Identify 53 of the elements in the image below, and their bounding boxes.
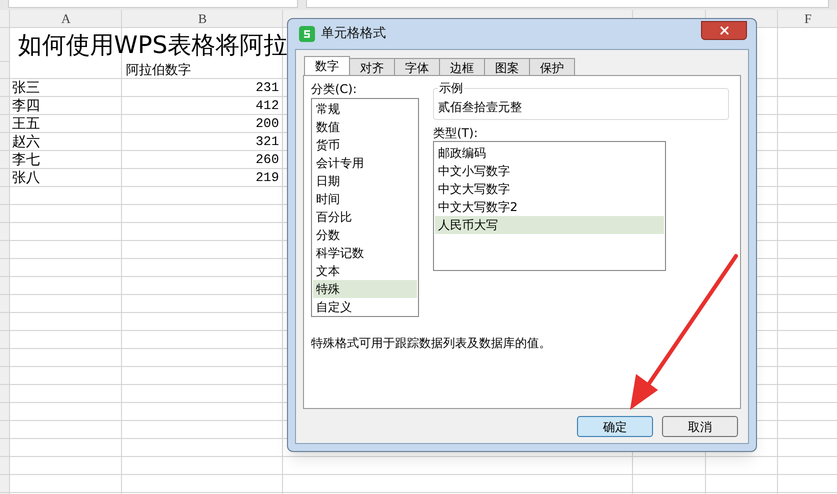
name-box-field[interactable]: [8, 0, 298, 8]
column-header[interactable]: B: [122, 10, 283, 28]
table-cell: 200: [256, 115, 279, 133]
type-item[interactable]: 人民币大写: [435, 216, 664, 234]
category-label: 分类(C):: [311, 81, 358, 97]
category-item[interactable]: 百分比: [313, 208, 417, 226]
close-button[interactable]: [701, 20, 747, 40]
category-item[interactable]: 会计专用: [313, 154, 417, 172]
tab[interactable]: 边框: [439, 58, 485, 75]
type-item[interactable]: 中文大写数字: [435, 180, 664, 198]
dialog-button[interactable]: 确定: [577, 416, 653, 437]
type-item[interactable]: 中文大写数字2: [435, 198, 664, 216]
table-cell: 李七: [12, 151, 40, 169]
table-cell: 李四: [12, 97, 40, 115]
category-item[interactable]: 常规: [313, 100, 417, 118]
table-cell: 赵六: [12, 133, 40, 151]
app-logo-icon: [299, 26, 315, 42]
category-item[interactable]: 分数: [313, 226, 417, 244]
close-icon: [718, 24, 730, 36]
category-item[interactable]: 时间: [313, 190, 417, 208]
category-item[interactable]: 数值: [313, 118, 417, 136]
formula-field[interactable]: [306, 0, 829, 8]
tab[interactable]: 图案: [484, 58, 530, 75]
sample-value: 贰佰叁拾壹元整: [438, 99, 522, 116]
category-item[interactable]: 文本: [313, 262, 417, 280]
tab[interactable]: 数字: [304, 56, 350, 75]
category-item[interactable]: 日期: [313, 172, 417, 190]
tab[interactable]: 对齐: [349, 58, 395, 75]
category-item[interactable]: 科学记数: [313, 244, 417, 262]
table-cell: 张八: [12, 169, 40, 187]
tab[interactable]: 保护: [529, 58, 575, 75]
type-item[interactable]: 中文小写数字: [435, 162, 664, 180]
table-cell: 王五: [12, 115, 40, 133]
table-cell: 412: [256, 97, 279, 115]
category-item[interactable]: 特殊: [313, 280, 417, 298]
type-label: 类型(T):: [433, 125, 479, 141]
table-cell: 260: [256, 151, 279, 169]
table-cell: 张三: [12, 79, 40, 97]
table-cell: 219: [256, 169, 279, 187]
description-text: 特殊格式可用于跟踪数据列表及数据库的值。: [311, 335, 552, 352]
table-cell: 321: [256, 133, 279, 151]
dialog-button[interactable]: 取消: [662, 416, 738, 437]
category-item[interactable]: 自定义: [313, 298, 417, 316]
dialog-title: 单元格格式: [321, 25, 386, 44]
sample-label: 示例: [438, 80, 464, 96]
title-cell: 如何使用WPS表格将阿拉: [18, 33, 288, 57]
category-item[interactable]: 货币: [313, 136, 417, 154]
table-cell: 231: [256, 79, 279, 97]
column-header[interactable]: A: [10, 10, 122, 28]
type-item[interactable]: 邮政编码: [435, 144, 664, 162]
tab[interactable]: 字体: [394, 58, 440, 75]
column-header[interactable]: F: [778, 10, 837, 28]
table-cell: 阿拉伯数字: [126, 62, 191, 79]
